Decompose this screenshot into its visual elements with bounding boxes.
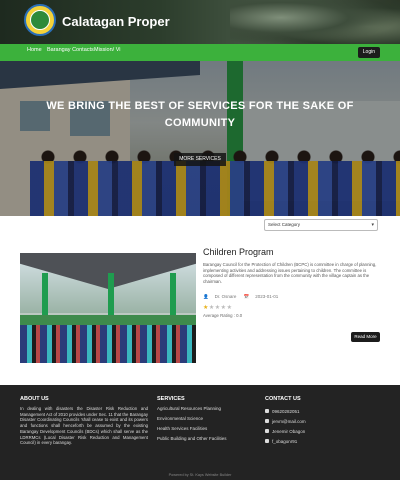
nav-item-home[interactable]: Home	[27, 47, 42, 53]
site-header: Calatagan Proper	[0, 0, 400, 44]
footer-contact-social[interactable]: f_obagonr91	[265, 436, 306, 446]
footer-services-list: Agricultural Resources Planning Environm…	[157, 406, 227, 446]
chevron-down-icon: ▾	[371, 222, 374, 228]
footer-service-item[interactable]: Agricultural Resources Planning	[157, 406, 227, 416]
average-rating-label: Average Rating : 0.0	[203, 313, 243, 318]
footer-service-item[interactable]: Environmental Science	[157, 416, 227, 426]
facebook-icon	[265, 439, 269, 443]
star-empty-icon[interactable]: ★	[227, 305, 233, 311]
footer-about-text: In dealing with disasters the Disaster R…	[20, 406, 148, 446]
footer-contact-phone[interactable]: 09620282051	[265, 406, 306, 416]
site-title[interactable]: Calatagan Proper	[62, 14, 170, 29]
calendar-icon: 📅	[243, 294, 250, 299]
more-services-button[interactable]: MORE SERVICES	[174, 153, 226, 166]
contact-social-text: f_obagonr91	[272, 438, 298, 444]
footer-service-item[interactable]: Health Services Facilities	[157, 426, 227, 436]
footer-copyright: Powered by St. Kays Website Builder	[168, 473, 232, 477]
phone-icon	[265, 409, 269, 413]
contact-name-text: Jenemir Obagon	[272, 428, 306, 434]
category-select-value: Select Category	[268, 222, 301, 227]
contact-phone-text: 09620282051	[272, 408, 300, 414]
nav-item-barangay-contacts[interactable]: Barangay Contacts	[47, 47, 94, 53]
read-more-button[interactable]: Read More	[351, 332, 380, 342]
header-background-foliage	[230, 0, 400, 44]
program-date: 2023-01-01	[255, 294, 279, 299]
category-select[interactable]: Select Category ▾	[264, 219, 378, 231]
contact-email-text: jervm@mail.com	[272, 418, 306, 424]
footer-about-heading: ABOUT US	[20, 396, 49, 402]
program-meta: 👤 Dr. Osnare 📅 2023-01-01	[203, 294, 284, 300]
footer-services-heading: SERVICES	[157, 396, 185, 402]
mail-icon	[265, 419, 269, 423]
main-nav: Home Barangay Contacts Mission/ Vi Login	[0, 44, 400, 61]
program-rating-stars[interactable]: ★★★★★	[203, 304, 232, 311]
login-button[interactable]: Login	[357, 47, 380, 58]
footer-contact-heading: CONTACT US	[265, 396, 301, 402]
footer-contact-name[interactable]: Jenemir Obagon	[265, 426, 306, 436]
nav-item-mission-vision[interactable]: Mission/ Vi	[94, 47, 121, 53]
hero-overlay	[0, 61, 400, 216]
author-icon: 👤	[203, 294, 209, 299]
program-description: Barangay Council for the Protection of C…	[203, 262, 377, 284]
hero-banner: WE BRING THE BEST OF SERVICES FOR THE SA…	[0, 61, 400, 216]
program-title[interactable]: Children Program	[203, 247, 274, 257]
user-icon	[265, 429, 269, 433]
footer-service-item[interactable]: Public Building and Other Facilities	[157, 436, 227, 446]
footer-contact-list: 09620282051 jervm@mail.com Jenemir Obago…	[265, 406, 306, 446]
program-image[interactable]	[20, 253, 196, 363]
site-footer: ABOUT US In dealing with disasters the D…	[0, 385, 400, 480]
hero-title: WE BRING THE BEST OF SERVICES FOR THE SA…	[46, 100, 354, 129]
footer-contact-email[interactable]: jervm@mail.com	[265, 416, 306, 426]
barangay-logo-icon[interactable]	[24, 4, 56, 36]
program-author: Dr. Osnare	[214, 294, 237, 299]
